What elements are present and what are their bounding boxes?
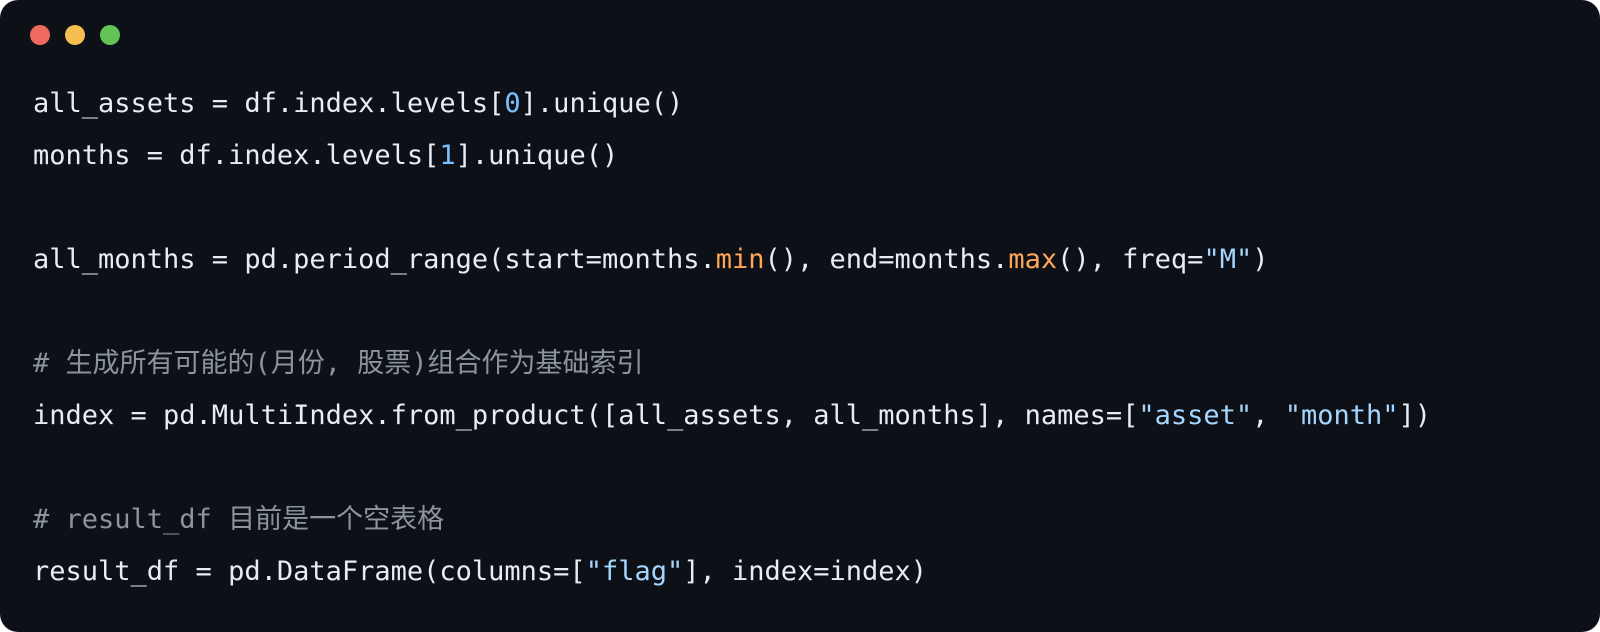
maximize-button[interactable] (100, 25, 120, 45)
code-token: ], index=index) (683, 556, 928, 587)
code-token: months = df.index.levels[ (33, 140, 440, 171)
code-token: index = pd.MultiIndex.from_product([all_… (33, 400, 1139, 431)
code-block: all_assets = df.index.levels[0].unique()… (33, 78, 1431, 598)
code-token: , (1252, 400, 1285, 431)
code-line: index = pd.MultiIndex.from_product([all_… (33, 390, 1431, 442)
window-controls (30, 25, 120, 45)
code-token: ) (1252, 244, 1269, 275)
code-comment: # 生成所有可能的(月份, 股票)组合作为基础索引 (33, 348, 644, 379)
code-token: ]) (1398, 400, 1431, 431)
code-token: "M" (1203, 244, 1253, 275)
code-token: "month" (1284, 400, 1399, 431)
code-line: all_months = pd.period_range(start=month… (33, 234, 1431, 286)
code-token: all_assets = df.index.levels[ (33, 88, 505, 119)
code-line: # 生成所有可能的(月份, 股票)组合作为基础索引 (33, 338, 1431, 390)
minimize-button[interactable] (65, 25, 85, 45)
code-token: ].unique() (455, 140, 619, 171)
code-token: (), end=months. (764, 244, 1009, 275)
code-line: result_df = pd.DataFrame(columns=["flag"… (33, 546, 1431, 598)
code-token: min (715, 244, 765, 275)
code-token: 1 (439, 140, 456, 171)
code-token: ].unique() (520, 88, 684, 119)
code-line: # result_df 目前是一个空表格 (33, 494, 1431, 546)
code-token: (), freq= (1057, 244, 1204, 275)
code-token: "flag" (585, 556, 684, 587)
code-token: 0 (504, 88, 521, 119)
code-token: max (1008, 244, 1058, 275)
code-token: result_df = pd.DataFrame(columns=[ (33, 556, 586, 587)
code-line: all_assets = df.index.levels[0].unique() (33, 78, 1431, 130)
code-window: all_assets = df.index.levels[0].unique()… (0, 0, 1600, 632)
code-comment: # result_df 目前是一个空表格 (33, 504, 445, 535)
close-button[interactable] (30, 25, 50, 45)
code-token: all_months = pd.period_range(start=month… (33, 244, 716, 275)
code-line: months = df.index.levels[1].unique() (33, 130, 1431, 182)
code-token: "asset" (1138, 400, 1253, 431)
